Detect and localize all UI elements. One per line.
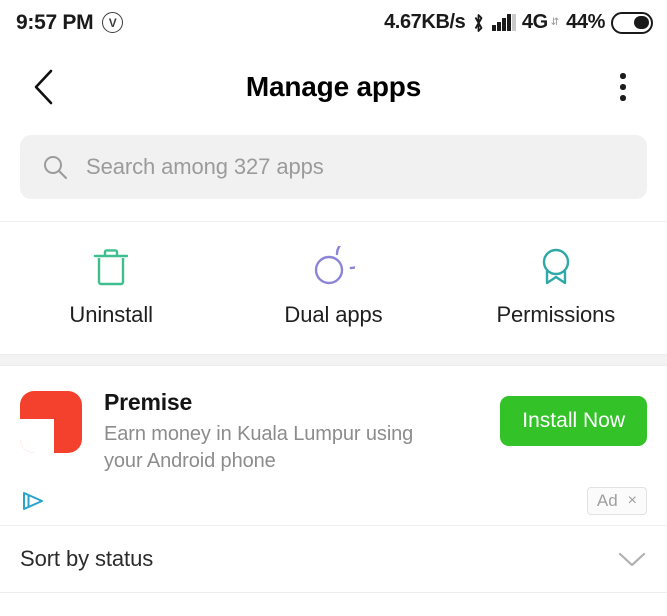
quick-action-permissions[interactable]: Permissions bbox=[445, 246, 667, 328]
close-icon[interactable]: × bbox=[628, 493, 637, 509]
chevron-down-icon bbox=[618, 553, 646, 567]
overflow-menu-button[interactable] bbox=[601, 65, 645, 109]
app-bar: Manage apps bbox=[0, 45, 667, 129]
search-input[interactable]: Search among 327 apps bbox=[20, 135, 647, 199]
sort-label: Sort by status bbox=[20, 546, 154, 572]
trash-icon bbox=[93, 249, 129, 286]
sort-by-status-row[interactable]: Sort by status bbox=[0, 526, 667, 593]
dual-apps-icon-wrap bbox=[311, 246, 356, 288]
ad-badge[interactable]: Ad × bbox=[586, 487, 647, 516]
uninstall-icon-wrap bbox=[91, 246, 131, 288]
more-vertical-icon-dot bbox=[620, 84, 626, 90]
app-list-empty-area bbox=[0, 593, 667, 616]
back-button[interactable] bbox=[22, 65, 66, 109]
status-bar: 9:57 PM V 4.67KB/s 4G ⇵ 44% bbox=[0, 0, 667, 45]
chevron-left-icon bbox=[34, 69, 53, 105]
quick-action-label: Uninstall bbox=[69, 302, 153, 327]
ad-description: Earn money in Kuala Lumpur using your An… bbox=[104, 423, 414, 472]
battery-percent-label: 44% bbox=[566, 11, 605, 33]
search-section: Search among 327 apps bbox=[0, 129, 667, 221]
section-separator-band bbox=[0, 354, 667, 366]
vpn-circle-icon: V bbox=[102, 12, 124, 33]
battery-icon bbox=[611, 11, 653, 34]
permissions-icon-wrap bbox=[536, 246, 576, 288]
adchoices-triangle-icon[interactable] bbox=[20, 490, 46, 512]
quick-actions-row: Uninstall Dual apps Permissions bbox=[0, 222, 667, 354]
ad-card[interactable]: Premise Earn money in Kuala Lumpur using… bbox=[0, 366, 667, 526]
network-activity-icon: ⇵ bbox=[550, 16, 559, 28]
ad-footer: Ad × bbox=[20, 487, 647, 525]
ad-text-block: Premise Earn money in Kuala Lumpur using… bbox=[104, 388, 478, 474]
ad-app-icon-notch bbox=[20, 419, 54, 453]
badge-award-icon bbox=[542, 248, 570, 285]
page-title: Manage apps bbox=[245, 71, 422, 102]
network-speed-label: 4.67KB/s bbox=[384, 11, 466, 33]
ad-content-row: Premise Earn money in Kuala Lumpur using… bbox=[20, 388, 647, 474]
install-now-button[interactable]: Install Now bbox=[500, 396, 647, 446]
quick-action-label: Permissions bbox=[496, 302, 616, 327]
status-time: 9:57 PM bbox=[16, 10, 94, 34]
status-bar-left: 9:57 PM V bbox=[16, 10, 124, 35]
quick-action-label: Dual apps bbox=[284, 302, 383, 327]
search-icon bbox=[44, 156, 67, 179]
quick-action-uninstall[interactable]: Uninstall bbox=[0, 246, 222, 328]
dual-circles-icon bbox=[315, 246, 356, 285]
more-vertical-icon-dot bbox=[620, 73, 626, 79]
status-bar-right: 4.67KB/s 4G ⇵ 44% bbox=[384, 11, 653, 34]
ad-title: Premise bbox=[104, 389, 193, 415]
search-placeholder: Search among 327 apps bbox=[86, 154, 324, 179]
bluetooth-icon bbox=[475, 13, 483, 32]
ad-badge-label: Ad bbox=[596, 491, 618, 511]
signal-strength-icon bbox=[492, 14, 516, 31]
manage-apps-screen: 9:57 PM V 4.67KB/s 4G ⇵ 44% Manage apps bbox=[0, 0, 667, 616]
quick-action-dual-apps[interactable]: Dual apps bbox=[222, 246, 444, 328]
network-type-label: 4G bbox=[521, 11, 548, 33]
sort-chevron-wrap bbox=[617, 549, 647, 569]
more-vertical-icon-dot bbox=[620, 95, 626, 101]
ad-app-icon bbox=[20, 391, 82, 453]
